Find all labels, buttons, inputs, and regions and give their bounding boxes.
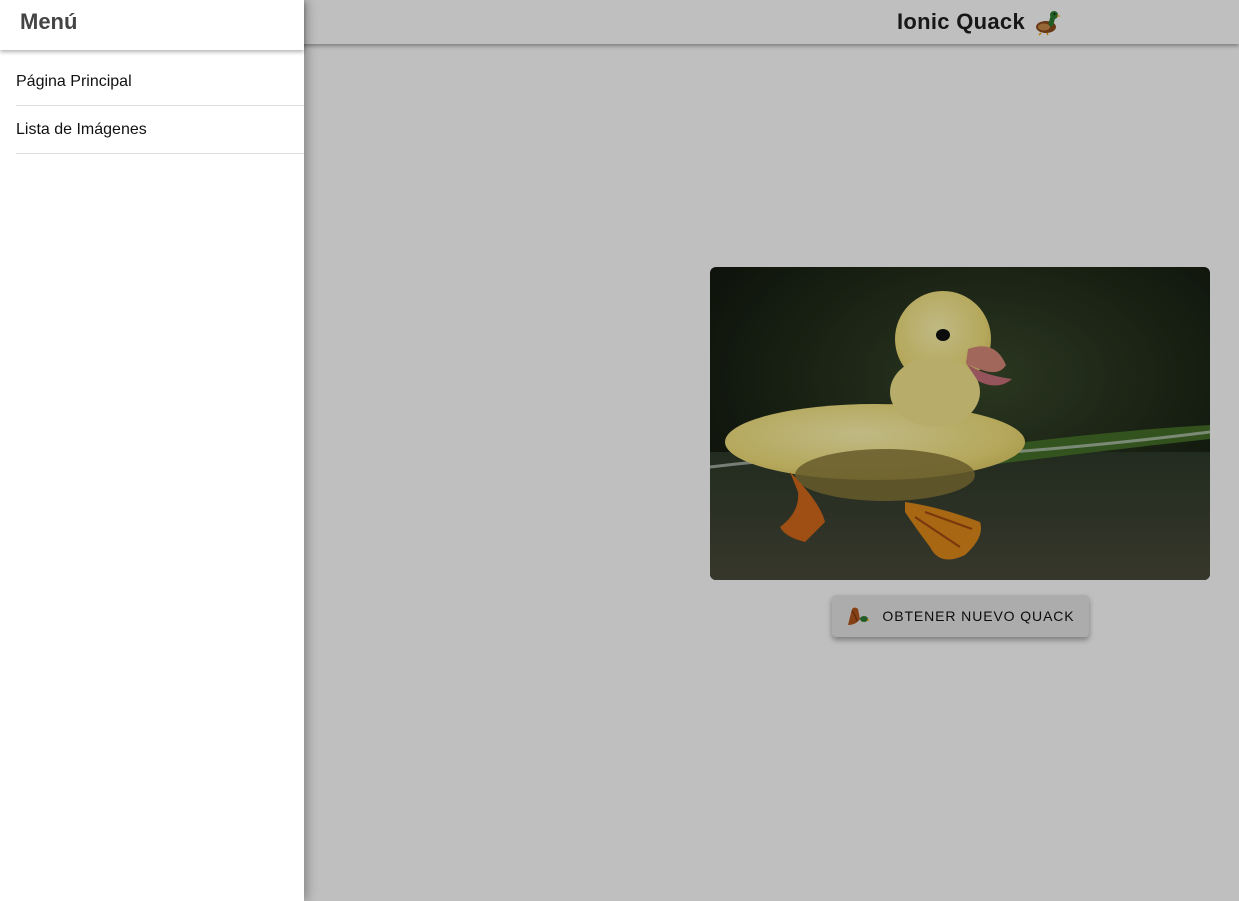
menu-item-image-list[interactable]: Lista de Imágenes xyxy=(16,106,304,154)
menu-header: Menú xyxy=(0,0,304,50)
menu-item-label: Página Principal xyxy=(16,72,132,90)
menu-item-home[interactable]: Página Principal xyxy=(16,58,304,106)
menu-item-label: Lista de Imágenes xyxy=(16,120,147,138)
app-root: Ionic Quack OBTENER NUEVO QUACK Menú Pág… xyxy=(0,0,1239,901)
menu-list: Página Principal Lista de Imágenes xyxy=(0,50,304,154)
side-menu: Menú Página Principal Lista de Imágenes xyxy=(0,0,304,901)
menu-title: Menú xyxy=(20,9,78,34)
